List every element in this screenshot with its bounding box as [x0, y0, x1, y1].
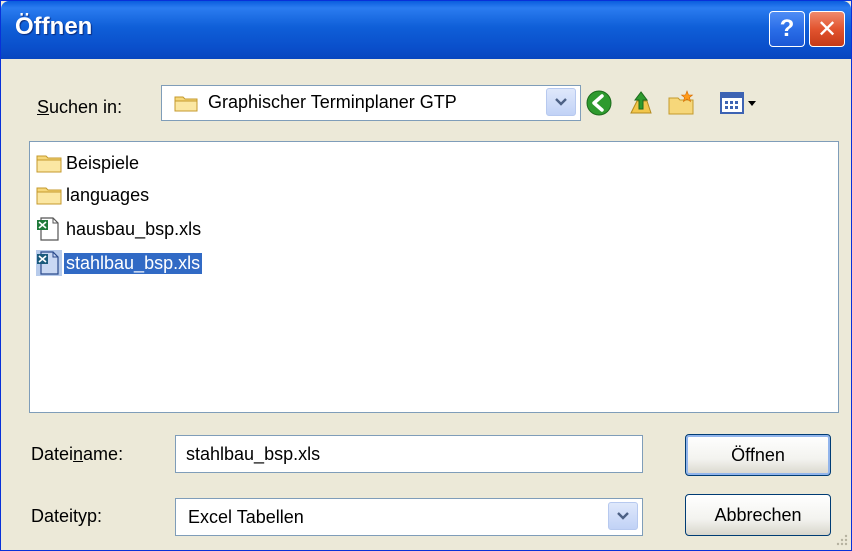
list-item-selected[interactable]: stahlbau_bsp.xls — [36, 248, 203, 278]
list-item[interactable]: hausbau_bsp.xls — [36, 214, 203, 244]
view-menu-icon[interactable] — [719, 89, 767, 117]
cancel-button-label: Abbrechen — [714, 504, 802, 525]
filetype-label: Dateityp: — [31, 506, 103, 526]
look-in-label: Suchen in: — [37, 97, 123, 117]
chevron-down-icon — [617, 512, 629, 520]
file-name: stahlbau_bsp.xls — [64, 252, 203, 274]
open-button[interactable]: Öffnen — [685, 434, 831, 476]
file-name: Beispiele — [66, 152, 140, 173]
look-in-value: Graphischer Terminplaner GTP — [208, 92, 457, 112]
filetype-combobox[interactable]: Excel Tabellen — [175, 498, 643, 536]
excel-file-icon — [37, 217, 59, 241]
list-item[interactable]: languages — [36, 180, 151, 210]
chevron-down-icon — [555, 98, 567, 106]
file-name: languages — [66, 184, 150, 205]
look-in-dropdown-button[interactable] — [546, 88, 576, 116]
file-list[interactable]: Beispiele languages hausbau_bsp.xls stah… — [29, 141, 839, 413]
title-bar[interactable]: Öffnen ? ✕ — [1, 1, 851, 59]
cancel-button[interactable]: Abbrechen — [685, 494, 831, 536]
up-folder-icon[interactable] — [627, 89, 655, 117]
resize-grip-icon[interactable] — [831, 531, 849, 549]
dialog-title: Öffnen — [15, 13, 93, 40]
folder-icon — [36, 155, 62, 173]
new-folder-icon[interactable] — [667, 89, 695, 117]
help-button[interactable]: ? — [769, 11, 805, 47]
file-name: hausbau_bsp.xls — [66, 218, 202, 239]
folder-icon — [174, 96, 198, 112]
close-button[interactable]: ✕ — [809, 11, 845, 47]
filename-value: stahlbau_bsp.xls — [186, 444, 321, 464]
open-button-label: Öffnen — [731, 444, 785, 465]
open-dialog: Öffnen ? ✕ Suchen in: Graphischer Termin… — [0, 0, 852, 551]
look-in-combobox[interactable]: Graphischer Terminplaner GTP — [161, 85, 581, 121]
back-arrow-icon[interactable] — [585, 89, 613, 117]
filename-label: Dateiname: — [31, 444, 124, 464]
folder-icon — [36, 187, 62, 205]
list-item[interactable]: Beispiele — [36, 148, 141, 178]
excel-file-icon — [36, 250, 62, 276]
filename-input[interactable]: stahlbau_bsp.xls — [175, 435, 643, 473]
filetype-dropdown-button[interactable] — [608, 502, 638, 530]
filetype-value: Excel Tabellen — [188, 507, 304, 527]
